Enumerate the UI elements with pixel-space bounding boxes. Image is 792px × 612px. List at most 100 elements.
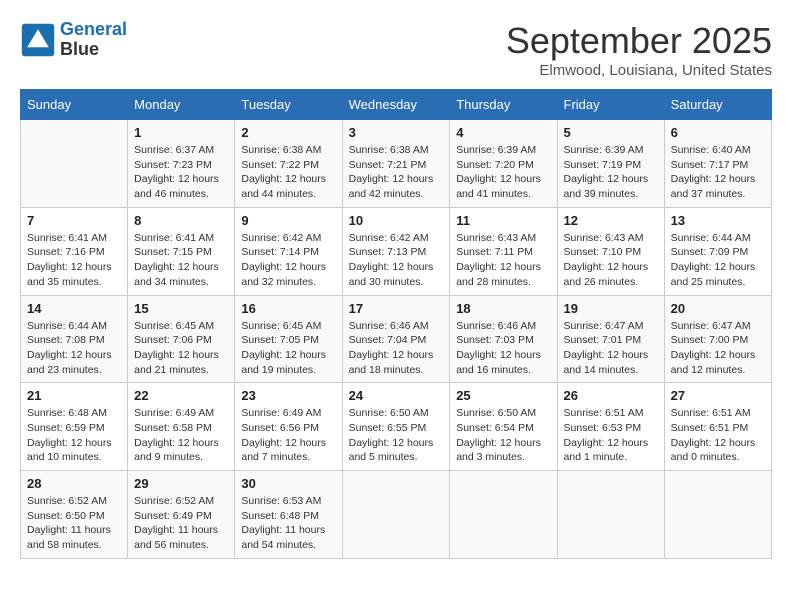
day-number: 4	[456, 125, 550, 140]
calendar-cell	[342, 471, 450, 559]
day-detail: Sunrise: 6:42 AMSunset: 7:14 PMDaylight:…	[241, 231, 335, 290]
day-number: 28	[27, 476, 121, 491]
calendar-cell: 5Sunrise: 6:39 AMSunset: 7:19 PMDaylight…	[557, 120, 664, 208]
day-number: 13	[671, 213, 765, 228]
day-number: 22	[134, 388, 228, 403]
day-header-saturday: Saturday	[664, 90, 771, 120]
day-number: 7	[27, 213, 121, 228]
day-detail: Sunrise: 6:39 AMSunset: 7:19 PMDaylight:…	[564, 143, 658, 202]
calendar-cell: 18Sunrise: 6:46 AMSunset: 7:03 PMDayligh…	[450, 295, 557, 383]
day-detail: Sunrise: 6:43 AMSunset: 7:11 PMDaylight:…	[456, 231, 550, 290]
calendar-cell: 24 Sunrise: 6:50 AMSunset: 6:55 PMDayligh…	[342, 383, 450, 471]
day-number: 9	[241, 213, 335, 228]
calendar-cell: 1 Sunrise: 6:37 AMSunset: 7:23 PMDaylight…	[128, 120, 235, 208]
day-detail: Sunrise: 6:39 AMSunset: 7:20 PMDaylight:…	[456, 143, 550, 202]
calendar-cell: 27 Sunrise: 6:51 AMSunset: 6:51 PMDayligh…	[664, 383, 771, 471]
day-detail: Sunrise: 6:42 AMSunset: 7:13 PMDaylight:…	[349, 231, 444, 290]
logo: General Blue	[20, 20, 127, 60]
day-detail: Sunrise: 6:52 AMSunset: 6:50 PMDaylight:…	[27, 494, 121, 553]
calendar-cell: 11 Sunrise: 6:43 AMSunset: 7:11 PMDayligh…	[450, 207, 557, 295]
calendar-cell: 20 Sunrise: 6:47 AMSunset: 7:00 PMDayligh…	[664, 295, 771, 383]
calendar-cell: 26 Sunrise: 6:51 AMSunset: 6:53 PMDayligh…	[557, 383, 664, 471]
calendar-cell: 8 Sunrise: 6:41 AMSunset: 7:15 PMDaylight…	[128, 207, 235, 295]
day-detail: Sunrise: 6:38 AMSunset: 7:22 PMDaylight:…	[241, 143, 335, 202]
calendar-cell: 19 Sunrise: 6:47 AMSunset: 7:01 PMDayligh…	[557, 295, 664, 383]
calendar-cell: 13 Sunrise: 6:44 AMSunset: 7:09 PMDayligh…	[664, 207, 771, 295]
day-detail: Sunrise: 6:44 AMSunset: 7:09 PMDaylight:…	[671, 231, 765, 290]
day-number: 30	[241, 476, 335, 491]
day-number: 24	[349, 388, 444, 403]
day-detail: Sunrise: 6:41 AMSunset: 7:16 PMDaylight:…	[27, 231, 121, 290]
day-number: 16	[241, 301, 335, 316]
day-detail: Sunrise: 6:51 AMSunset: 6:51 PMDaylight:…	[671, 406, 765, 465]
calendar-cell	[450, 471, 557, 559]
calendar-cell: 10Sunrise: 6:42 AMSunset: 7:13 PMDayligh…	[342, 207, 450, 295]
calendar-cell: 16Sunrise: 6:45 AMSunset: 7:05 PMDayligh…	[235, 295, 342, 383]
day-detail: Sunrise: 6:43 AMSunset: 7:10 PMDaylight:…	[564, 231, 658, 290]
day-header-wednesday: Wednesday	[342, 90, 450, 120]
calendar-header-row: SundayMondayTuesdayWednesdayThursdayFrid…	[21, 90, 772, 120]
calendar-cell	[557, 471, 664, 559]
calendar-cell: 30Sunrise: 6:53 AMSunset: 6:48 PMDayligh…	[235, 471, 342, 559]
calendar-cell: 28 Sunrise: 6:52 AMSunset: 6:50 PMDayligh…	[21, 471, 128, 559]
day-number: 14	[27, 301, 121, 316]
day-detail: Sunrise: 6:45 AMSunset: 7:06 PMDaylight:…	[134, 319, 228, 378]
week-row-2: 7 Sunrise: 6:41 AMSunset: 7:16 PMDaylight…	[21, 207, 772, 295]
calendar-body: 1 Sunrise: 6:37 AMSunset: 7:23 PMDaylight…	[21, 120, 772, 559]
day-number: 26	[564, 388, 658, 403]
day-number: 27	[671, 388, 765, 403]
calendar-table: SundayMondayTuesdayWednesdayThursdayFrid…	[20, 89, 772, 559]
day-detail: Sunrise: 6:41 AMSunset: 7:15 PMDaylight:…	[134, 231, 228, 290]
calendar-cell	[664, 471, 771, 559]
day-detail: Sunrise: 6:50 AMSunset: 6:54 PMDaylight:…	[456, 406, 550, 465]
day-header-thursday: Thursday	[450, 90, 557, 120]
day-detail: Sunrise: 6:49 AMSunset: 6:56 PMDaylight:…	[241, 406, 335, 465]
calendar-cell: 4 Sunrise: 6:39 AMSunset: 7:20 PMDaylight…	[450, 120, 557, 208]
day-detail: Sunrise: 6:47 AMSunset: 7:01 PMDaylight:…	[564, 319, 658, 378]
day-number: 8	[134, 213, 228, 228]
calendar-cell: 6 Sunrise: 6:40 AMSunset: 7:17 PMDaylight…	[664, 120, 771, 208]
day-detail: Sunrise: 6:37 AMSunset: 7:23 PMDaylight:…	[134, 143, 228, 202]
day-detail: Sunrise: 6:38 AMSunset: 7:21 PMDaylight:…	[349, 143, 444, 202]
calendar-cell: 15Sunrise: 6:45 AMSunset: 7:06 PMDayligh…	[128, 295, 235, 383]
day-number: 17	[349, 301, 444, 316]
page-header: General Blue September 2025 Elmwood, Lou…	[20, 20, 772, 79]
day-detail: Sunrise: 6:50 AMSunset: 6:55 PMDaylight:…	[349, 406, 444, 465]
day-number: 23	[241, 388, 335, 403]
day-detail: Sunrise: 6:46 AMSunset: 7:03 PMDaylight:…	[456, 319, 550, 378]
calendar-cell: 3Sunrise: 6:38 AMSunset: 7:21 PMDaylight…	[342, 120, 450, 208]
day-detail: Sunrise: 6:40 AMSunset: 7:17 PMDaylight:…	[671, 143, 765, 202]
day-header-tuesday: Tuesday	[235, 90, 342, 120]
day-detail: Sunrise: 6:52 AMSunset: 6:49 PMDaylight:…	[134, 494, 228, 553]
day-detail: Sunrise: 6:44 AMSunset: 7:08 PMDaylight:…	[27, 319, 121, 378]
day-header-monday: Monday	[128, 90, 235, 120]
calendar-cell: 7 Sunrise: 6:41 AMSunset: 7:16 PMDaylight…	[21, 207, 128, 295]
day-number: 25	[456, 388, 550, 403]
calendar-cell: 23 Sunrise: 6:49 AMSunset: 6:56 PMDayligh…	[235, 383, 342, 471]
day-number: 29	[134, 476, 228, 491]
logo-icon	[20, 22, 56, 58]
day-detail: Sunrise: 6:48 AMSunset: 6:59 PMDaylight:…	[27, 406, 121, 465]
day-detail: Sunrise: 6:47 AMSunset: 7:00 PMDaylight:…	[671, 319, 765, 378]
calendar-cell: 9 Sunrise: 6:42 AMSunset: 7:14 PMDaylight…	[235, 207, 342, 295]
calendar-cell: 2Sunrise: 6:38 AMSunset: 7:22 PMDaylight…	[235, 120, 342, 208]
calendar-cell: 29 Sunrise: 6:52 AMSunset: 6:49 PMDayligh…	[128, 471, 235, 559]
calendar-cell: 12Sunrise: 6:43 AMSunset: 7:10 PMDayligh…	[557, 207, 664, 295]
day-detail: Sunrise: 6:46 AMSunset: 7:04 PMDaylight:…	[349, 319, 444, 378]
title-area: September 2025 Elmwood, Louisiana, Unite…	[506, 20, 772, 79]
calendar-cell: 17 Sunrise: 6:46 AMSunset: 7:04 PMDayligh…	[342, 295, 450, 383]
week-row-4: 21Sunrise: 6:48 AMSunset: 6:59 PMDayligh…	[21, 383, 772, 471]
day-number: 19	[564, 301, 658, 316]
calendar-cell: 21Sunrise: 6:48 AMSunset: 6:59 PMDayligh…	[21, 383, 128, 471]
day-number: 1	[134, 125, 228, 140]
day-header-sunday: Sunday	[21, 90, 128, 120]
day-number: 6	[671, 125, 765, 140]
day-detail: Sunrise: 6:51 AMSunset: 6:53 PMDaylight:…	[564, 406, 658, 465]
day-number: 11	[456, 213, 550, 228]
week-row-3: 14 Sunrise: 6:44 AMSunset: 7:08 PMDayligh…	[21, 295, 772, 383]
day-header-friday: Friday	[557, 90, 664, 120]
day-number: 20	[671, 301, 765, 316]
calendar-cell: 14 Sunrise: 6:44 AMSunset: 7:08 PMDayligh…	[21, 295, 128, 383]
week-row-1: 1 Sunrise: 6:37 AMSunset: 7:23 PMDaylight…	[21, 120, 772, 208]
calendar-cell	[21, 120, 128, 208]
